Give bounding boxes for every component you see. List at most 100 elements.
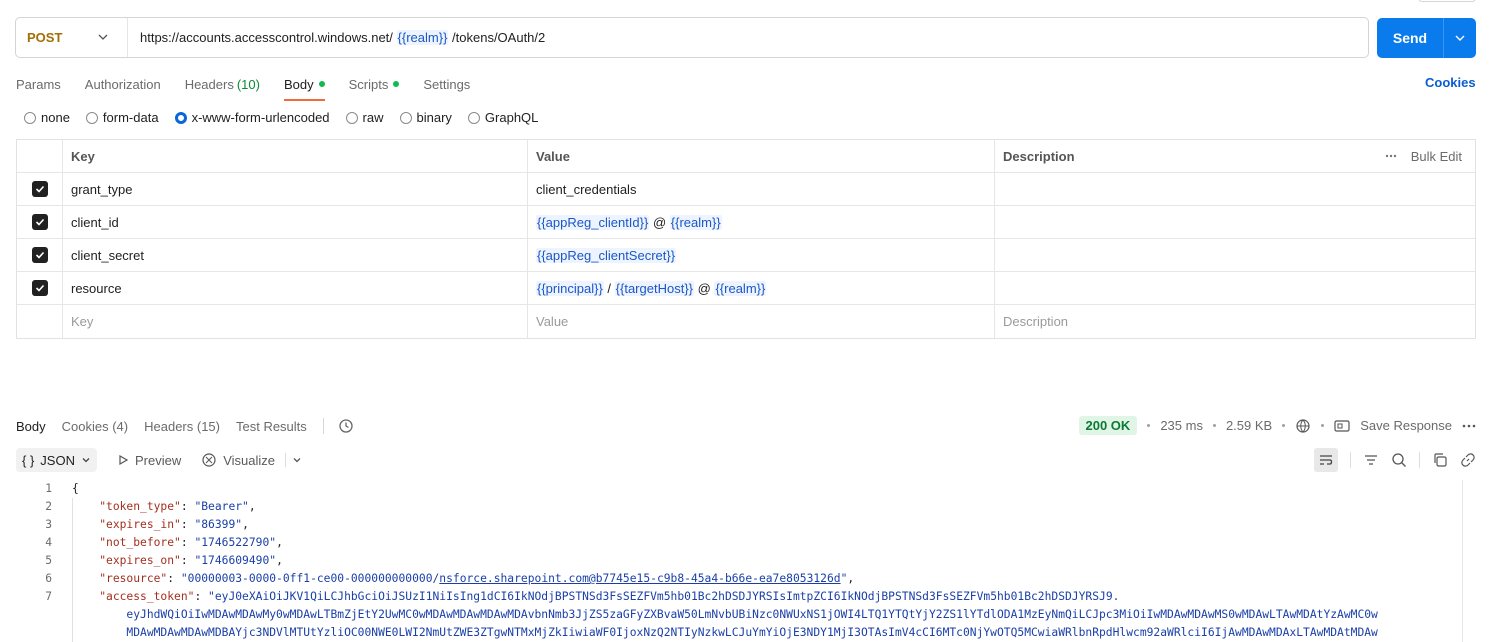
value-separator: @ (697, 280, 711, 296)
radio-circle (85, 111, 98, 124)
param-description[interactable] (995, 206, 1475, 238)
param-description[interactable] (995, 173, 1475, 205)
response-tab-body[interactable]: Body (16, 419, 46, 434)
divider (1350, 452, 1351, 468)
top-edge-button[interactable] (1418, 0, 1476, 2)
row-checkbox-empty (17, 305, 63, 338)
param-value[interactable]: client_credentials (528, 173, 995, 205)
divider (322, 418, 324, 434)
row-checkbox[interactable] (17, 173, 63, 205)
format-select[interactable]: { } JSON (16, 448, 97, 472)
filter-icon[interactable] (1363, 453, 1379, 467)
tab-settings[interactable]: Settings (423, 74, 470, 94)
radio-x-www-form-urlencoded[interactable]: x-www-form-urlencoded (174, 110, 330, 125)
bulk-edit-button[interactable]: Bulk Edit (1411, 149, 1462, 164)
row-checkbox[interactable] (17, 239, 63, 271)
save-response-button[interactable]: Save Response (1360, 418, 1452, 433)
visualize-button[interactable]: Visualize (201, 452, 302, 468)
send-label: Send (1392, 30, 1428, 46)
variable-token: {{appReg_clientId}} (536, 214, 650, 230)
more-horizontal-icon[interactable] (1462, 424, 1476, 428)
radio-label: GraphQL (484, 110, 539, 125)
json-value: "eyJ0eXAiOiJKV1QiLCJhbGciOiJSUzI1NiIsIng… (208, 590, 1120, 603)
json-link[interactable]: nsforce.sharepoint.com@b7745e15-c9b8-45a… (439, 572, 840, 585)
network-globe-icon[interactable] (1295, 418, 1311, 434)
body-params-table: Key Value Description Bulk Edit grant_ty… (16, 139, 1476, 339)
response-meta: 200 OK 235 ms 2.59 KB Save Response (1078, 416, 1477, 435)
code-line-wrap: eyJhdWQiOiIwMDAwMDAwMy0wMDAwLTBmZjEtY2Uw… (72, 608, 1377, 621)
preview-label: Preview (134, 452, 182, 468)
method-select[interactable]: POST (16, 18, 128, 57)
param-key[interactable]: resource (63, 272, 528, 304)
radio-label: none (41, 110, 70, 125)
preview-button[interactable]: Preview (117, 453, 181, 468)
param-key[interactable]: client_secret (63, 239, 528, 271)
radio-raw[interactable]: raw (345, 110, 384, 125)
param-value[interactable]: {{appReg_clientSecret}} (528, 239, 995, 271)
scrollbar[interactable] (1462, 480, 1463, 642)
separator-dot (1282, 424, 1286, 427)
wrap-lines-icon[interactable] (1314, 448, 1338, 472)
radio-none[interactable]: none (24, 110, 70, 125)
send-button[interactable]: Send (1377, 18, 1476, 58)
param-description[interactable] (995, 239, 1475, 271)
more-horizontal-icon[interactable] (1385, 154, 1397, 158)
param-key[interactable]: client_id (63, 206, 528, 238)
row-checkbox[interactable] (17, 206, 63, 238)
line-number: 2 (45, 500, 52, 513)
chevron-down-icon[interactable] (292, 455, 302, 465)
param-value[interactable]: {{principal}} / {{targetHost}} @ {{realm… (528, 272, 995, 304)
request-tabs: Params Authorization Headers (10) Body Sc… (16, 74, 494, 101)
code-line: "token_type": "Bearer", (99, 500, 256, 513)
response-tab-test-results[interactable]: Test Results (236, 419, 307, 434)
tab-authorization[interactable]: Authorization (85, 74, 161, 94)
url-prefix: https://accounts.accesscontrol.windows.n… (140, 30, 393, 45)
code-line: "resource": "00000003-0000-0ff1-ce00-000… (99, 572, 855, 585)
response-bar: Body Cookies (4) Headers (15) Test Resul… (16, 416, 1476, 436)
variable-token: {{targetHost}} (614, 280, 694, 296)
response-size[interactable]: 2.59 KB (1226, 418, 1272, 433)
tab-headers[interactable]: Headers (10) (185, 74, 260, 94)
link-icon[interactable] (1460, 452, 1476, 468)
header-key: Key (63, 140, 528, 172)
response-body-code[interactable]: 1 { 2 "token_type": "Bearer", 3 "expires… (16, 480, 1460, 642)
header-description-label: Description (1003, 148, 1075, 164)
header-value: Value (528, 140, 995, 172)
json-key: "access_token" (99, 590, 195, 603)
status-badge[interactable]: 200 OK (1078, 416, 1138, 435)
param-description[interactable] (995, 272, 1475, 304)
json-key: "resource" (99, 572, 168, 585)
tab-body[interactable]: Body (283, 74, 325, 101)
header-check-cell (17, 140, 63, 172)
response-time[interactable]: 235 ms (1160, 418, 1203, 433)
tab-authorization-label: Authorization (84, 76, 161, 92)
braces-icon: { } (22, 452, 35, 468)
code-line: "not_before": "1746522790", (99, 536, 283, 549)
copy-icon[interactable] (1432, 452, 1448, 468)
value-placeholder[interactable]: Value (528, 305, 995, 338)
tab-params[interactable]: Params (16, 74, 61, 94)
check-icon (31, 247, 48, 263)
response-tab-headers[interactable]: Headers (15) (144, 419, 220, 434)
json-key: "expires_in" (99, 518, 181, 531)
key-placeholder[interactable]: Key (63, 305, 528, 338)
param-key[interactable]: grant_type (63, 173, 528, 205)
tab-scripts[interactable]: Scripts (349, 74, 400, 94)
response-tab-cookies[interactable]: Cookies (4) (62, 419, 128, 434)
divider (285, 453, 287, 467)
table-row: client_secret {{appReg_clientSecret}} (17, 239, 1475, 272)
description-placeholder[interactable]: Description (995, 305, 1475, 338)
radio-binary[interactable]: binary (399, 110, 452, 125)
search-icon[interactable] (1391, 452, 1407, 468)
url-input[interactable]: https://accounts.accesscontrol.windows.n… (128, 30, 545, 45)
cookies-link[interactable]: Cookies (1425, 75, 1476, 90)
row-checkbox[interactable] (17, 272, 63, 304)
variable-token: {{appReg_clientSecret}} (536, 247, 677, 263)
send-options-chevron-icon[interactable] (1444, 32, 1476, 44)
radio-form-data[interactable]: form-data (85, 110, 159, 125)
history-icon[interactable] (338, 418, 354, 434)
param-value[interactable]: {{appReg_clientId}} @ {{realm}} (528, 206, 995, 238)
radio-graphql[interactable]: GraphQL (467, 110, 539, 125)
line-number: 7 (45, 590, 52, 603)
tab-scripts-label: Scripts (348, 76, 389, 92)
